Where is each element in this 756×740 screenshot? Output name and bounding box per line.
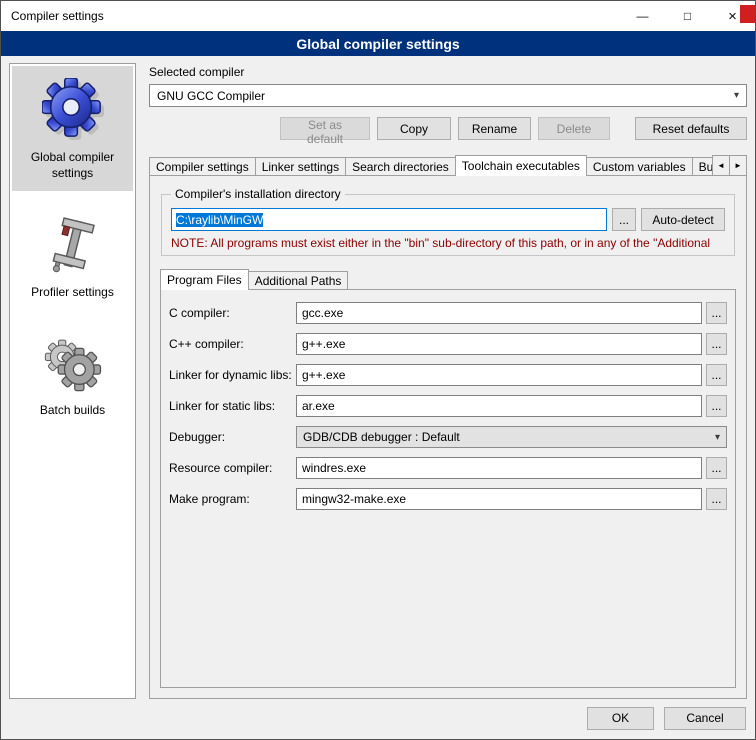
make-program-browse-button[interactable]: ... bbox=[706, 488, 727, 510]
window-controls: — □ × bbox=[620, 1, 755, 31]
chevron-down-icon: ▾ bbox=[715, 432, 720, 443]
set-as-default-button[interactable]: Set as default bbox=[280, 117, 370, 140]
red-corner-artifact bbox=[740, 5, 755, 23]
bin-subdirectory-note: NOTE: All programs must exist either in … bbox=[171, 236, 725, 250]
tab-scroll-buttons: ◄ ► bbox=[713, 155, 747, 176]
program-files-tabstrip: Program Files Additional Paths bbox=[160, 269, 736, 290]
program-files-panel: C compiler: ... C++ compiler: ... Linker… bbox=[160, 289, 736, 688]
dynamic-linker-browse-button[interactable]: ... bbox=[706, 364, 727, 386]
make-program-label: Make program: bbox=[169, 492, 296, 506]
toolchain-executables-panel: Compiler's installation directory C:\ray… bbox=[149, 175, 747, 699]
ok-button[interactable]: OK bbox=[587, 707, 654, 730]
table-row: Make program: ... bbox=[169, 488, 727, 510]
reset-defaults-button[interactable]: Reset defaults bbox=[635, 117, 747, 140]
resource-compiler-browse-button[interactable]: ... bbox=[706, 457, 727, 479]
compiler-select-value: GNU GCC Compiler bbox=[157, 89, 265, 103]
blue-gear-icon bbox=[42, 78, 104, 140]
compiler-settings-window: Compiler settings — □ × Global compiler … bbox=[0, 0, 756, 740]
sidebar-item-label: Profiler settings bbox=[31, 285, 114, 301]
sidebar-item-label: Global compiler settings bbox=[15, 150, 130, 181]
cpp-compiler-label: C++ compiler: bbox=[169, 337, 296, 351]
install-dir-selected-text: C:\raylib\MinGW bbox=[176, 213, 263, 227]
table-row: C compiler: ... bbox=[169, 302, 727, 324]
titlebar: Compiler settings — □ × bbox=[1, 1, 755, 31]
tab-search-directories[interactable]: Search directories bbox=[345, 157, 456, 176]
resource-compiler-label: Resource compiler: bbox=[169, 461, 296, 475]
c-compiler-label: C compiler: bbox=[169, 306, 296, 320]
sidebar-item-profiler-settings[interactable]: Profiler settings bbox=[12, 205, 133, 311]
delete-button[interactable]: Delete bbox=[538, 117, 610, 140]
tab-toolchain-executables[interactable]: Toolchain executables bbox=[455, 155, 587, 176]
chevron-down-icon: ▾ bbox=[734, 90, 739, 101]
cancel-button[interactable]: Cancel bbox=[664, 707, 746, 730]
gray-gears-icon bbox=[44, 337, 102, 393]
sidebar-item-batch-builds[interactable]: Batch builds bbox=[12, 325, 133, 429]
sidebar-item-global-compiler-settings[interactable]: Global compiler settings bbox=[12, 66, 133, 191]
table-row: C++ compiler: ... bbox=[169, 333, 727, 355]
minimize-button[interactable]: — bbox=[620, 1, 665, 31]
installation-directory-legend: Compiler's installation directory bbox=[171, 187, 345, 201]
dynamic-linker-label: Linker for dynamic libs: bbox=[169, 368, 296, 382]
c-compiler-browse-button[interactable]: ... bbox=[706, 302, 727, 324]
make-program-input[interactable] bbox=[296, 488, 702, 510]
table-row: Linker for static libs: ... bbox=[169, 395, 727, 417]
main-area: Global compiler settings Profiler settin… bbox=[1, 56, 755, 703]
settings-category-sidebar: Global compiler settings Profiler settin… bbox=[9, 63, 136, 699]
table-row: Debugger: GDB/CDB debugger : Default ▾ bbox=[169, 426, 727, 448]
copy-button[interactable]: Copy bbox=[377, 117, 451, 140]
tab-scroll-right-icon[interactable]: ► bbox=[729, 155, 747, 176]
tab-compiler-settings[interactable]: Compiler settings bbox=[149, 157, 256, 176]
cpp-compiler-input[interactable] bbox=[296, 333, 702, 355]
selected-compiler-label: Selected compiler bbox=[149, 65, 747, 79]
debugger-select[interactable]: GDB/CDB debugger : Default ▾ bbox=[296, 426, 727, 448]
settings-tabstrip: Compiler settings Linker settings Search… bbox=[149, 155, 747, 176]
tab-custom-variables[interactable]: Custom variables bbox=[586, 157, 693, 176]
installation-directory-groupbox: Compiler's installation directory C:\ray… bbox=[161, 187, 735, 256]
maximize-button[interactable]: □ bbox=[665, 1, 710, 31]
content-area: Selected compiler GNU GCC Compiler ▾ Set… bbox=[149, 63, 747, 699]
banner-title: Global compiler settings bbox=[296, 36, 459, 52]
install-dir-input[interactable]: C:\raylib\MinGW bbox=[171, 208, 607, 231]
rename-button[interactable]: Rename bbox=[458, 117, 531, 140]
cpp-compiler-browse-button[interactable]: ... bbox=[706, 333, 727, 355]
installation-directory-row: C:\raylib\MinGW ... Auto-detect bbox=[171, 208, 725, 231]
sidebar-item-label: Batch builds bbox=[40, 403, 105, 419]
table-row: Resource compiler: ... bbox=[169, 457, 727, 479]
c-compiler-input[interactable] bbox=[296, 302, 702, 324]
window-title: Compiler settings bbox=[1, 9, 104, 23]
compiler-select[interactable]: GNU GCC Compiler ▾ bbox=[149, 84, 747, 107]
static-linker-input[interactable] bbox=[296, 395, 702, 417]
static-linker-label: Linker for static libs: bbox=[169, 399, 296, 413]
profiler-clamp-icon bbox=[46, 217, 100, 275]
tab-linker-settings[interactable]: Linker settings bbox=[255, 157, 346, 176]
table-row: Linker for dynamic libs: ... bbox=[169, 364, 727, 386]
compiler-button-row: Set as default Copy Rename Delete Reset … bbox=[149, 117, 747, 140]
dialog-footer: OK Cancel bbox=[1, 703, 755, 739]
auto-detect-button[interactable]: Auto-detect bbox=[641, 208, 725, 231]
debugger-label: Debugger: bbox=[169, 430, 296, 444]
subtab-additional-paths[interactable]: Additional Paths bbox=[248, 271, 349, 290]
install-dir-browse-button[interactable]: ... bbox=[612, 208, 636, 231]
debugger-select-value: GDB/CDB debugger : Default bbox=[303, 430, 460, 444]
static-linker-browse-button[interactable]: ... bbox=[706, 395, 727, 417]
dialog-banner: Global compiler settings bbox=[1, 31, 755, 56]
tab-scroll-left-icon[interactable]: ◄ bbox=[712, 155, 730, 176]
dynamic-linker-input[interactable] bbox=[296, 364, 702, 386]
resource-compiler-input[interactable] bbox=[296, 457, 702, 479]
subtab-program-files[interactable]: Program Files bbox=[160, 269, 249, 290]
